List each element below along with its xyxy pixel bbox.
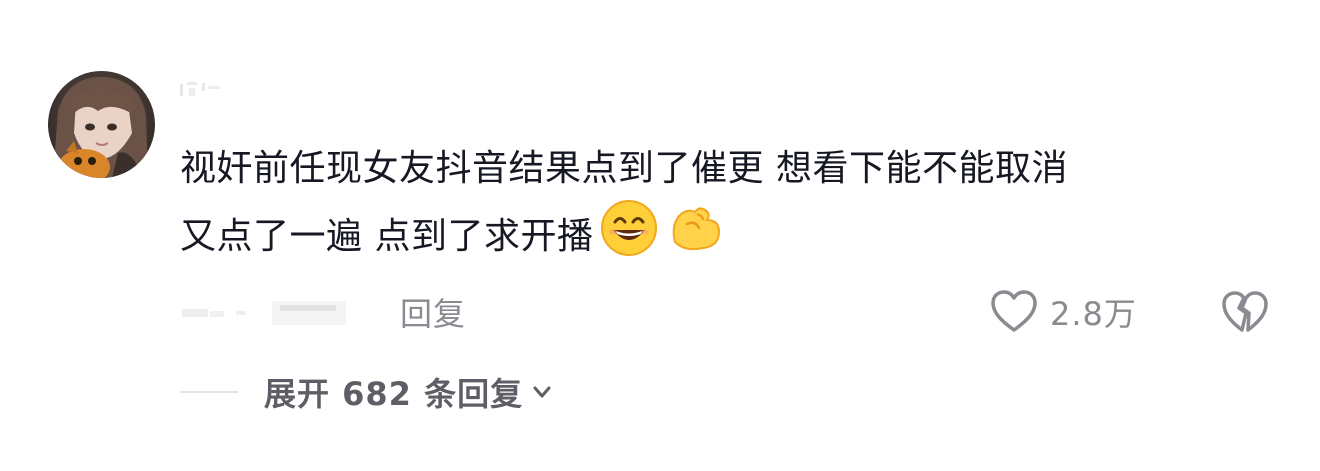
avatar[interactable] <box>48 71 155 178</box>
like-count: 2.8万 <box>1050 295 1137 333</box>
comment-meta: 回复 <box>180 287 466 337</box>
flexed-biceps-emoji <box>665 198 725 276</box>
comment-text: 视奸前任现女友抖音结果点到了催更 想看下能不能取消 又点了一遍 点到了求开播 <box>180 140 1270 276</box>
grinning-face-emoji <box>599 198 659 276</box>
divider-line <box>180 391 238 393</box>
heart-outline-icon <box>991 290 1037 332</box>
reply-button[interactable]: 回复 <box>400 289 466 335</box>
comment-line: 视奸前任现女友抖音结果点到了催更 想看下能不能取消 <box>180 148 1068 189</box>
username-hidden[interactable] <box>180 80 224 98</box>
timestamp-location-hidden <box>182 301 346 325</box>
comment-line-text: 又点了一遍 点到了求开播 <box>180 216 594 257</box>
expand-replies-label: 展开 682 条回复 <box>264 375 524 413</box>
avatar-photo <box>48 71 155 178</box>
expand-replies-button[interactable]: 展开 682 条回复 <box>180 366 553 418</box>
comment-line: 又点了一遍 点到了求开播 <box>180 198 1270 276</box>
dislike-button[interactable] <box>1220 287 1270 337</box>
chevron-down-icon <box>533 386 551 398</box>
like-button[interactable]: 2.8万 <box>990 287 1137 337</box>
broken-heart-icon <box>1222 291 1268 332</box>
